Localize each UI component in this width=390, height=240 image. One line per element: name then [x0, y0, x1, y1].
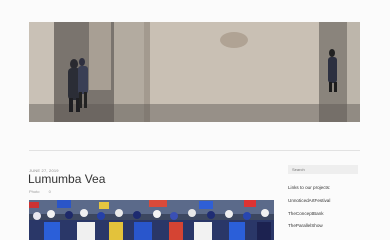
- post-comments-link[interactable]: 0: [49, 189, 51, 194]
- post-featured-image[interactable]: [29, 200, 274, 240]
- content-divider: [29, 150, 360, 151]
- header-image: [29, 22, 360, 122]
- sidebar-link-unnoticed-art-festival[interactable]: UnnoticedArtFestival: [288, 198, 330, 203]
- sidebar-link-the-parallel-show[interactable]: TheParallelShow: [288, 223, 323, 228]
- post-title[interactable]: Lumumba Vea: [28, 171, 105, 187]
- post-meta: Photo 0: [29, 189, 59, 194]
- sidebar-link-the-concept-bank[interactable]: TheConceptBank: [288, 211, 324, 216]
- post-category-link[interactable]: Photo: [29, 189, 39, 194]
- sidebar-heading: Links to our projects:: [288, 185, 331, 190]
- search-input[interactable]: [288, 165, 358, 174]
